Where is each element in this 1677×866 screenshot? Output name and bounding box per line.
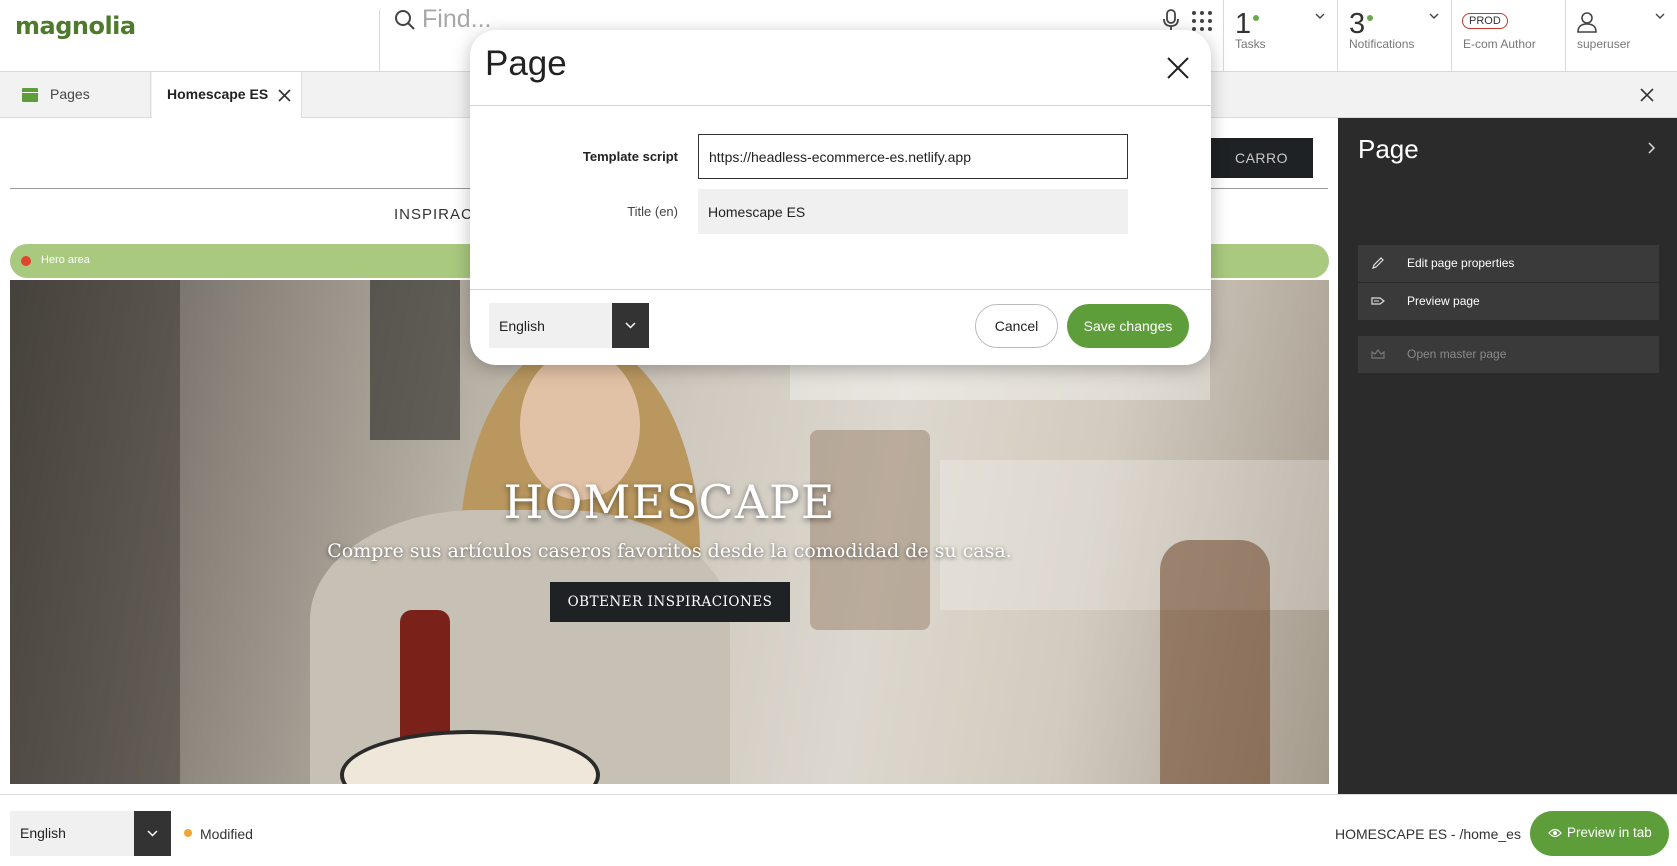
- microphone-icon[interactable]: [1161, 9, 1181, 31]
- close-icon[interactable]: [1167, 57, 1189, 79]
- title-en-input[interactable]: [698, 189, 1128, 234]
- master-page-icon: [1371, 349, 1385, 359]
- logo-text: magnolia: [15, 12, 136, 40]
- tab-pages[interactable]: Pages: [0, 72, 151, 118]
- notifications-status-dot: [1367, 15, 1373, 21]
- tasks-indicator[interactable]: 1 Tasks: [1223, 0, 1337, 72]
- bottom-bar: English Modified HOMESCAPE ES - /home_es…: [0, 794, 1677, 866]
- tab-label: Pages: [50, 86, 90, 102]
- close-app-icon[interactable]: [1640, 88, 1654, 102]
- tab-label: Homescape ES: [167, 86, 269, 102]
- chevron-down-icon: [147, 830, 158, 837]
- eye-icon: [1548, 828, 1562, 838]
- chevron-right-icon[interactable]: [1648, 142, 1656, 154]
- environment-label: E-com Author: [1463, 37, 1536, 51]
- language-dropdown-button[interactable]: [134, 811, 171, 856]
- chevron-down-icon: [1315, 13, 1325, 19]
- page-path: HOMESCAPE ES - /home_es: [1335, 826, 1521, 842]
- language-select[interactable]: English: [10, 811, 171, 856]
- divider: [470, 105, 1211, 106]
- preview-page-action[interactable]: Preview page: [1358, 283, 1659, 320]
- chevron-down-icon: [1655, 13, 1665, 19]
- language-value: English: [499, 318, 545, 334]
- panel-title: Page: [1358, 134, 1419, 164]
- hero-cta-button[interactable]: OBTENER INSPIRACIONES: [550, 582, 790, 622]
- pencil-icon: [1372, 257, 1384, 269]
- cancel-button[interactable]: Cancel: [975, 304, 1058, 348]
- tasks-label: Tasks: [1235, 37, 1266, 51]
- magnolia-logo[interactable]: magnolia: [15, 10, 380, 72]
- dialog-title: Page: [485, 44, 567, 83]
- pages-icon: [22, 88, 38, 102]
- action-label: Edit page properties: [1407, 256, 1515, 270]
- status-dot: [184, 829, 192, 837]
- chevron-down-icon: [625, 322, 636, 329]
- tab-homescape-es[interactable]: Homescape ES: [152, 72, 302, 119]
- dialog-language-select[interactable]: English: [489, 303, 649, 348]
- language-dropdown-button[interactable]: [612, 303, 649, 348]
- chevron-down-icon: [1429, 13, 1439, 19]
- preview-icon: [1371, 297, 1385, 305]
- user-label: superuser: [1577, 37, 1631, 51]
- notifications-indicator[interactable]: 3 Notifications: [1337, 0, 1451, 72]
- environment-indicator[interactable]: PROD E-com Author: [1451, 0, 1565, 72]
- action-label: Preview page: [1407, 294, 1480, 308]
- notifications-label: Notifications: [1349, 37, 1415, 51]
- close-icon[interactable]: [278, 89, 291, 102]
- edit-page-properties-action[interactable]: Edit page properties: [1358, 245, 1659, 282]
- open-master-page-action[interactable]: Open master page: [1358, 336, 1659, 373]
- area-label: Hero area: [41, 254, 90, 266]
- template-script-label: Template script: [582, 149, 678, 164]
- template-script-input[interactable]: [698, 134, 1128, 179]
- preview-in-tab-button[interactable]: Preview in tab: [1530, 811, 1669, 856]
- preview-in-tab-label: Preview in tab: [1567, 825, 1652, 840]
- search-icon: [395, 10, 415, 30]
- action-label: Open master page: [1407, 347, 1507, 361]
- hero-title: HOMESCAPE: [503, 475, 836, 529]
- tasks-status-dot: [1253, 15, 1259, 21]
- save-changes-button[interactable]: Save changes: [1067, 304, 1189, 348]
- page-status: Modified: [200, 826, 253, 842]
- hero-subtitle: Compre sus artículos caseros favoritos d…: [327, 540, 1012, 562]
- divider: [470, 289, 1211, 290]
- apps-grid-icon[interactable]: [1192, 11, 1212, 31]
- title-en-label: Title (en): [627, 204, 678, 219]
- area-status-dot: [21, 256, 31, 266]
- language-value: English: [20, 825, 66, 841]
- prod-badge: PROD: [1462, 13, 1508, 29]
- user-icon: [1577, 12, 1597, 33]
- cart-button[interactable]: CARRO: [1210, 138, 1313, 178]
- page-properties-dialog: Page Template script Title (en) English …: [470, 30, 1211, 365]
- page-actions-panel: Page Edit page properties Preview page O…: [1338, 118, 1677, 794]
- user-menu[interactable]: superuser: [1565, 0, 1677, 72]
